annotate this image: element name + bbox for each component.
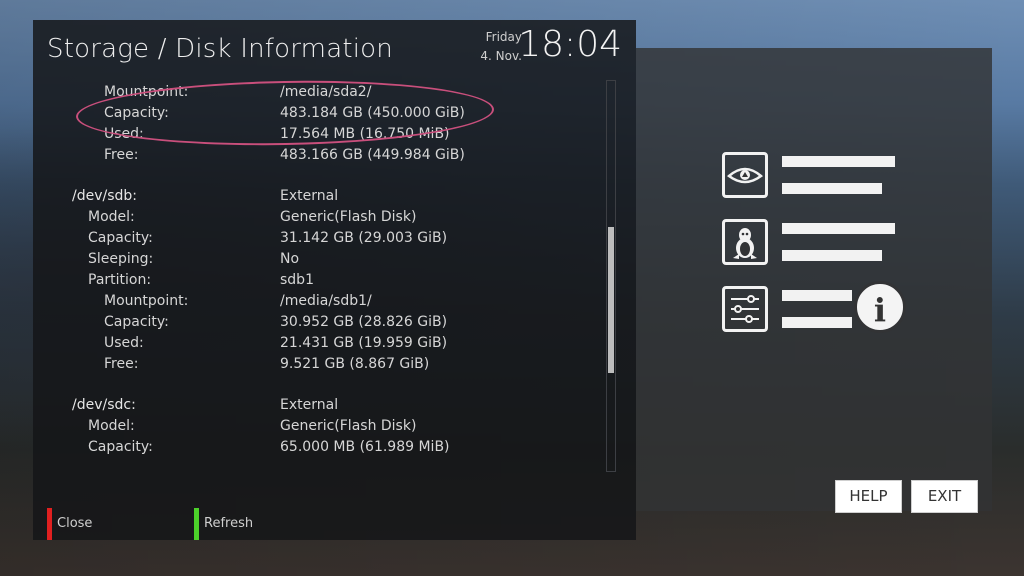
- row-value: 21.431 GB (19.959 GiB): [280, 335, 448, 351]
- text-line-icon: [782, 250, 882, 261]
- row-value: /media/sdb1/: [280, 293, 372, 309]
- sliders-icon: [722, 286, 768, 332]
- eye-icon: [722, 152, 768, 198]
- scrollbar-thumb[interactable]: [608, 227, 614, 373]
- row-value: 31.142 GB (29.003 GiB): [280, 230, 448, 246]
- row-label: Capacity:: [88, 439, 153, 455]
- row-label: Free:: [104, 356, 139, 372]
- row-value: 9.521 GB (8.867 GiB): [280, 356, 430, 372]
- row-value: No: [280, 251, 300, 267]
- row-value: 30.952 GB (28.826 GiB): [280, 314, 448, 330]
- green-key-indicator: [194, 508, 199, 540]
- row-label: /dev/sdc:: [72, 397, 136, 413]
- text-line-icon: [782, 317, 852, 328]
- row-label: Mountpoint:: [104, 293, 189, 309]
- text-line-icon: [782, 156, 895, 167]
- row-label: Sleeping:: [88, 251, 154, 267]
- page-title: Storage / Disk Information: [47, 34, 393, 64]
- row-value: External: [280, 188, 339, 204]
- row-label: Partition:: [88, 272, 152, 288]
- side-icons: i: [722, 152, 912, 333]
- text-line-icon: [782, 223, 895, 234]
- row-value: Generic(Flash Disk): [280, 209, 417, 225]
- row-label: /dev/sdb:: [72, 188, 138, 204]
- close-key-label: Close: [57, 516, 93, 531]
- row-label: Model:: [88, 418, 135, 434]
- row-value: 65.000 MB (61.989 MiB): [280, 439, 450, 455]
- date-label: 4. Nov.: [480, 49, 522, 63]
- text-line-icon: [782, 183, 882, 194]
- row-label: Free:: [104, 147, 139, 163]
- row-value: sdb1: [280, 272, 314, 288]
- red-key-indicator: [47, 508, 52, 540]
- clock: 18:04: [518, 24, 622, 65]
- scrollbar[interactable]: [606, 80, 616, 472]
- row-value: Generic(Flash Disk): [280, 418, 417, 434]
- row-label: Used:: [104, 335, 144, 351]
- help-button[interactable]: HELP: [835, 480, 902, 513]
- row-value: 483.166 GB (449.984 GiB): [280, 147, 465, 163]
- text-line-icon: [782, 290, 852, 301]
- row-label: Capacity:: [88, 230, 153, 246]
- exit-button[interactable]: EXIT: [911, 480, 978, 513]
- row-value: External: [280, 397, 339, 413]
- day-label: Friday: [485, 30, 522, 44]
- linux-penguin-icon: [722, 219, 768, 265]
- info-icon: i: [854, 281, 906, 333]
- refresh-key-label: Refresh: [204, 516, 254, 531]
- side-info-panel: i: [636, 48, 992, 511]
- row-label: Capacity:: [104, 314, 169, 330]
- row-label: Model:: [88, 209, 135, 225]
